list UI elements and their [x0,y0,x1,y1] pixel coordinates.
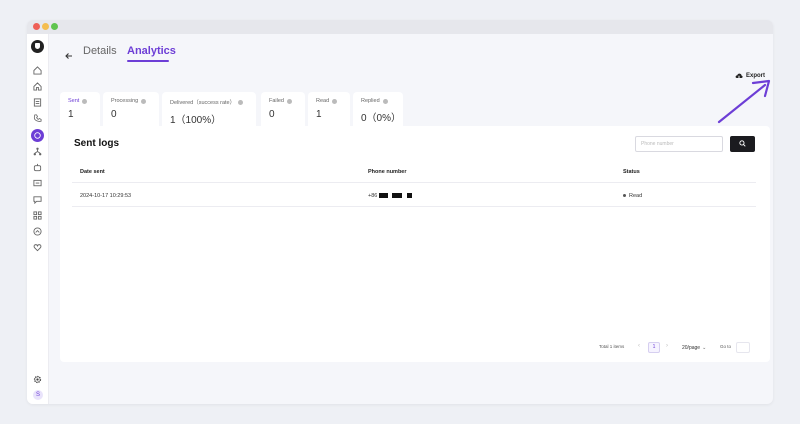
goto-label: Go to [720,344,732,349]
redaction-mark [392,193,403,199]
chevron-down-icon: ⌄ [702,344,707,351]
user-avatar[interactable]: S [33,390,43,400]
apps-icon[interactable] [33,211,42,220]
heart-icon[interactable] [33,243,42,252]
stat-label: Delivered（success rate） [170,100,236,106]
tab-analytics[interactable]: Analytics [127,45,176,57]
stat-value: 0 [269,109,275,120]
header-divider [72,182,756,183]
close-window-button[interactable] [33,23,40,30]
stat-label: Sent [68,98,80,104]
stat-label: Replied [361,98,380,104]
tab-analytics-underline [127,60,169,62]
status-text: Read [629,193,643,199]
column-header-date: Date sent [80,169,105,175]
home-icon[interactable] [33,66,42,75]
total-items: Total 1 items [599,344,625,349]
stat-label: Processing [111,98,139,104]
analytics-icon[interactable] [33,227,42,236]
phone-prefix: +86 [368,193,378,199]
flow-icon[interactable] [33,147,42,156]
page-size-value: 20/page [682,344,701,351]
page-size-select[interactable]: 20/page ⌄ [682,342,706,353]
contacts-icon[interactable] [33,98,42,107]
info-icon [286,98,292,104]
settings-gear-icon[interactable] [33,375,42,384]
stat-value: 1 [316,109,322,120]
redaction-mark [407,193,413,199]
stat-label: Failed [269,98,284,104]
search-icon [739,140,746,147]
stat-value: 1 [68,109,74,120]
sidebar: S [27,34,49,404]
stat-value: 0（0%） [361,113,402,124]
info-icon [82,98,88,104]
info-icon [238,99,244,105]
tab-details[interactable]: Details [83,45,117,57]
main-content: Details Analytics Export Sent 1 Processi… [50,34,773,404]
row-divider [72,206,756,207]
info-icon [332,98,338,104]
chat-icon[interactable] [33,195,42,204]
app-window: S Details Analytics Export Sent 1 Proces… [27,20,773,404]
annotation-arrow-icon [717,79,771,124]
next-page-icon[interactable]: › [666,343,668,349]
info-icon [141,98,147,104]
sent-logs-panel: Sent logs Date sent Phone number Status … [60,126,770,362]
message-icon[interactable] [33,179,42,188]
info-icon [382,98,388,104]
prev-page-icon[interactable]: ‹ [638,343,640,349]
phone-search-input[interactable] [635,136,723,152]
cell-date: 2024-10-17 10:29:53 [80,193,132,199]
back-arrow-icon[interactable] [64,48,74,59]
app-logo-icon[interactable] [31,40,44,53]
page-number-button[interactable]: 1 [648,342,660,353]
stat-value: 0 [111,109,117,120]
window-titlebar [27,20,773,34]
column-header-phone: Phone number [368,169,407,175]
column-header-status: Status [623,169,640,175]
dashboard-icon[interactable] [33,82,42,91]
bot-icon[interactable] [33,163,42,172]
cell-status: Read [623,193,642,199]
stat-label: Read [316,98,330,104]
cell-phone: +86 [368,193,413,199]
panel-title: Sent logs [74,138,120,149]
status-dot-icon [623,194,626,198]
stat-value: 1（100%） [170,115,222,126]
goto-page-input[interactable] [736,342,750,353]
minimize-window-button[interactable] [42,23,49,30]
maximize-window-button[interactable] [51,23,58,30]
phone-icon[interactable] [33,114,42,123]
whatsapp-icon[interactable] [31,129,44,142]
redaction-mark [379,193,389,199]
search-button[interactable] [730,136,755,152]
